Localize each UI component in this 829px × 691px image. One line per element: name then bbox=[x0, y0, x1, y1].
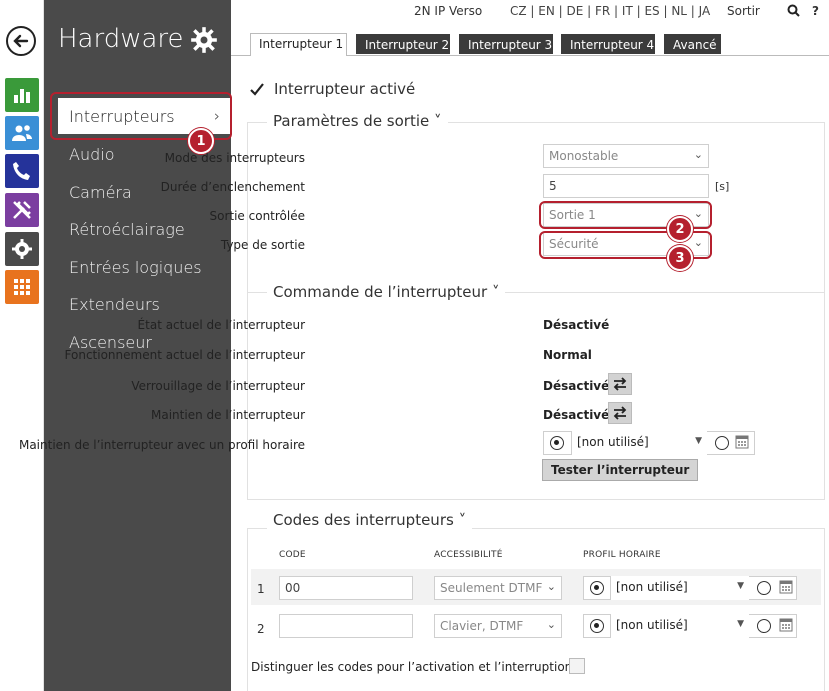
row-profile-radio-on[interactable] bbox=[590, 619, 604, 633]
tab-interrupteur-2[interactable]: Interrupteur 2 bbox=[356, 34, 450, 54]
chevron-down-icon: ⌄ bbox=[546, 580, 556, 593]
function-value: Normal bbox=[543, 348, 592, 362]
caret-down-icon: ▼ bbox=[695, 436, 702, 446]
row-profile-value: [non utilisé] bbox=[616, 580, 688, 594]
distinguish-codes-checkbox[interactable] bbox=[569, 658, 585, 674]
switch-enabled-checkbox[interactable] bbox=[249, 82, 264, 97]
tab-avance[interactable]: Avancé bbox=[664, 34, 721, 54]
top-bar: 2N IP Verso CZ | EN | DE | FR | IT | ES … bbox=[231, 4, 829, 20]
sidebar-item-camera[interactable]: Caméra bbox=[69, 183, 132, 202]
distinguish-codes-label: Distinguer les codes pour l’activation e… bbox=[251, 660, 573, 674]
code-input[interactable] bbox=[279, 614, 413, 638]
duration-unit: [s] bbox=[715, 180, 730, 193]
caret-down-icon: ▼ bbox=[737, 581, 744, 591]
code-input[interactable]: 00 bbox=[279, 576, 413, 600]
access-value: Clavier, DTMF bbox=[440, 619, 524, 633]
calendar-icon[interactable] bbox=[779, 617, 793, 632]
row-number: 1 bbox=[257, 582, 265, 596]
row-number: 2 bbox=[257, 622, 265, 636]
state-label: État actuel de l’interrupteur bbox=[137, 318, 305, 332]
row-profile-radio-off[interactable] bbox=[757, 619, 771, 633]
access-select[interactable]: Seulement DTMF ⌄ bbox=[434, 576, 562, 600]
switch-enabled-label: Interrupteur activé bbox=[274, 80, 416, 98]
command-card bbox=[247, 292, 825, 500]
access-select[interactable]: Clavier, DTMF ⌄ bbox=[434, 614, 562, 638]
codes-title[interactable]: Codes des interrupteurs ˅ bbox=[267, 511, 473, 529]
duration-input[interactable]: 5 bbox=[543, 174, 709, 198]
profile-value: [non utilisé] bbox=[577, 435, 649, 449]
col-header-access: ACCESSIBILITÉ bbox=[434, 550, 503, 560]
sidebar-item-audio[interactable]: Audio bbox=[69, 145, 114, 164]
sidebar-title: Hardware bbox=[58, 24, 184, 54]
state-value: Désactivé bbox=[543, 318, 610, 332]
mode-select[interactable]: Monostable ⌄ bbox=[543, 144, 709, 168]
chevron-down-icon: ⌄ bbox=[693, 148, 703, 161]
caret-down-icon: ▼ bbox=[737, 619, 744, 629]
row-profile-value: [non utilisé] bbox=[616, 618, 688, 632]
sidebar-item-entrees-logiques[interactable]: Entrées logiques bbox=[69, 258, 202, 277]
swap-icon bbox=[613, 406, 627, 420]
gear-icon[interactable] bbox=[5, 232, 39, 266]
hold-value: Désactivé bbox=[543, 408, 610, 422]
callout-badge: 3 bbox=[667, 245, 693, 271]
row-profile-select[interactable]: [non utilisé] ▼ bbox=[610, 576, 749, 600]
main-content: Interrupteur activé Paramètres de sortie… bbox=[19, 56, 829, 691]
profile-radio-off[interactable] bbox=[715, 436, 729, 450]
output-params-title[interactable]: Paramètres de sortie ˅ bbox=[267, 112, 448, 130]
tab-interrupteur-4[interactable]: Interrupteur 4 bbox=[561, 34, 655, 54]
mode-label: Mode des interrupteurs bbox=[164, 151, 305, 165]
hold-label: Maintien de l’interrupteur bbox=[151, 408, 305, 422]
duration-label: Durée d’enclenchement bbox=[160, 180, 305, 194]
calendar-icon[interactable] bbox=[779, 579, 793, 594]
sidebar-item-extendeurs[interactable]: Extendeurs bbox=[69, 295, 160, 314]
profile-select[interactable]: [non utilisé] ▼ bbox=[571, 431, 707, 455]
output-type-label: Type de sortie bbox=[220, 238, 305, 252]
logout-link[interactable]: Sortir bbox=[727, 4, 760, 18]
function-label: Fonctionnement actuel de l’interrupteur bbox=[64, 348, 305, 362]
device-name: 2N IP Verso bbox=[414, 4, 483, 18]
access-value: Seulement DTMF bbox=[440, 581, 543, 595]
row-profile-radio-on[interactable] bbox=[590, 581, 604, 595]
search-icon[interactable] bbox=[787, 4, 801, 18]
hold-toggle-button[interactable] bbox=[608, 402, 632, 424]
language-links[interactable]: CZ | EN | DE | FR | IT | ES | NL | JA bbox=[510, 4, 710, 18]
users-icon[interactable] bbox=[5, 116, 39, 150]
lock-toggle-button[interactable] bbox=[608, 373, 632, 395]
mode-select-value: Monostable bbox=[549, 149, 619, 163]
col-header-code: CODE bbox=[279, 550, 306, 560]
help-link[interactable]: ? bbox=[812, 4, 819, 18]
col-header-profile: PROFIL HORAIRE bbox=[583, 550, 661, 560]
back-arrow-icon[interactable] bbox=[6, 26, 36, 56]
lock-label: Verrouillage de l’interrupteur bbox=[131, 379, 305, 393]
tab-interrupteur-3[interactable]: Interrupteur 3 bbox=[459, 34, 553, 54]
chevron-down-icon: ⌄ bbox=[546, 618, 556, 631]
settings-gear-icon bbox=[191, 27, 217, 53]
tab-interrupteur-1[interactable]: Interrupteur 1 bbox=[250, 33, 347, 56]
tools-icon[interactable] bbox=[5, 193, 39, 227]
profile-radio-on[interactable] bbox=[550, 436, 564, 450]
lock-value: Désactivé bbox=[543, 379, 610, 393]
icon-rail bbox=[0, 0, 44, 691]
test-switch-button[interactable]: Tester l’interrupteur bbox=[542, 459, 699, 481]
swap-icon bbox=[613, 377, 627, 391]
phone-icon[interactable] bbox=[5, 154, 39, 188]
calendar-icon[interactable] bbox=[735, 434, 749, 449]
profile-label: Maintien de l’interrupteur avec un profi… bbox=[18, 438, 305, 452]
grid-icon[interactable] bbox=[5, 270, 39, 304]
chart-icon[interactable] bbox=[5, 78, 39, 112]
sidebar-item-retroeclairage[interactable]: Rétroéclairage bbox=[69, 220, 185, 239]
controlled-output-label: Sortie contrôlée bbox=[209, 209, 306, 223]
row-profile-radio-off[interactable] bbox=[757, 581, 771, 595]
callout-badge: 2 bbox=[667, 216, 693, 242]
command-title[interactable]: Commande de l’interrupteur ˅ bbox=[267, 283, 506, 301]
row-profile-select[interactable]: [non utilisé] ▼ bbox=[610, 614, 749, 638]
